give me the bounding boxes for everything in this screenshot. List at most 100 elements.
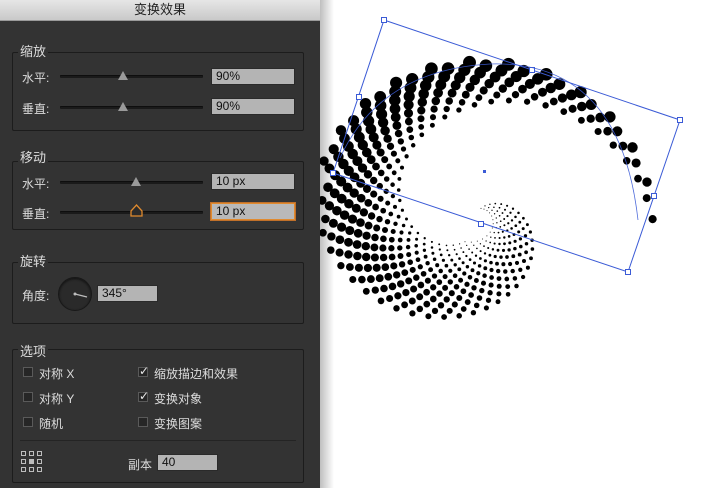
scale-horizontal-slider-knob[interactable] xyxy=(118,71,128,80)
halftone-dot xyxy=(503,208,507,211)
halftone-dot xyxy=(482,273,487,278)
transform-patterns-checkbox[interactable] xyxy=(138,417,148,427)
angle-field[interactable]: 345° xyxy=(97,285,158,302)
halftone-dot xyxy=(393,221,398,227)
halftone-dot xyxy=(358,275,366,284)
halftone-dot xyxy=(435,263,440,268)
halftone-dot xyxy=(396,214,401,219)
reference-point-grid-icon[interactable] xyxy=(21,451,42,472)
scale-vertical-field[interactable]: 90% xyxy=(211,98,295,115)
scale-vertical-label: 垂直: xyxy=(22,102,50,116)
reflect-y-checkbox[interactable] xyxy=(23,392,33,402)
halftone-dot xyxy=(422,248,427,252)
halftone-dot xyxy=(327,232,336,241)
halftone-dot xyxy=(603,126,612,136)
halftone-dot xyxy=(337,222,347,232)
move-group-title: 移动 xyxy=(18,147,49,166)
artboard-canvas[interactable] xyxy=(320,0,710,488)
halftone-dot xyxy=(442,114,448,120)
halftone-dot xyxy=(464,299,471,306)
halftone-dot xyxy=(446,307,453,314)
halftone-dot xyxy=(388,211,394,217)
halftone-dot xyxy=(380,284,388,293)
move-horizontal-slider-knob[interactable] xyxy=(131,177,141,186)
scale-horizontal-slider[interactable] xyxy=(60,75,203,78)
halftone-dot xyxy=(510,227,513,230)
halftone-dot xyxy=(479,86,488,95)
halftone-dot xyxy=(455,253,458,256)
transform-objects-checkbox[interactable]: ✓ xyxy=(138,390,149,402)
halftone-dot xyxy=(442,274,448,280)
scale-vertical-slider-knob[interactable] xyxy=(118,102,128,111)
halftone-dot xyxy=(429,122,435,128)
halftone-dot xyxy=(388,236,395,243)
halftone-dot xyxy=(393,305,400,312)
halftone-dot xyxy=(401,223,406,228)
halftone-dot xyxy=(422,242,426,246)
halftone-dot xyxy=(495,217,497,219)
halftone-dot xyxy=(419,132,425,138)
halftone-dot xyxy=(464,241,466,243)
halftone-dot xyxy=(424,277,431,284)
halftone-dot xyxy=(380,207,387,214)
halftone-dot xyxy=(410,225,414,228)
halftone-dot xyxy=(448,290,455,297)
halftone-dot xyxy=(512,276,518,281)
halftone-dot xyxy=(493,254,497,259)
halftone-dot xyxy=(492,219,494,221)
halftone-dot xyxy=(430,246,434,249)
halftone-dot xyxy=(470,241,472,243)
halftone-dot xyxy=(458,243,461,245)
angle-dial-icon[interactable] xyxy=(58,277,92,311)
halftone-dot xyxy=(431,273,438,279)
halftone-dot xyxy=(487,246,490,250)
move-horizontal-label: 水平: xyxy=(22,177,50,191)
halftone-dot xyxy=(470,310,477,316)
halftone-dot xyxy=(473,244,475,246)
halftone-dot xyxy=(484,78,494,89)
scale-strokes-label: 缩放描边和效果 xyxy=(154,367,239,381)
halftone-dot xyxy=(483,208,485,210)
move-horizontal-field[interactable]: 10 px xyxy=(211,173,295,190)
halftone-dot xyxy=(447,253,451,257)
transform-objects-label: 变换对象 xyxy=(154,392,203,406)
reflect-x-checkbox[interactable] xyxy=(23,367,33,377)
scale-horizontal-field[interactable]: 90% xyxy=(211,68,295,85)
halftone-dot xyxy=(480,280,487,286)
halftone-dot xyxy=(451,301,458,308)
halftone-dot xyxy=(353,228,363,238)
copies-field[interactable]: 40 xyxy=(157,454,218,471)
halftone-dot xyxy=(490,236,492,238)
random-checkbox[interactable] xyxy=(23,417,33,427)
halftone-dot xyxy=(496,276,502,281)
scale-strokes-checkbox[interactable]: ✓ xyxy=(138,365,149,377)
halftone-dot xyxy=(345,263,354,271)
halftone-dot xyxy=(506,215,509,218)
halftone-dot xyxy=(423,237,426,240)
move-vertical-field[interactable]: 10 px xyxy=(211,203,295,220)
halftone-dot xyxy=(458,99,466,106)
halftone-dot xyxy=(500,203,503,206)
halftone-dot xyxy=(473,302,480,309)
halftone-dot xyxy=(495,261,499,266)
halftone-dot xyxy=(390,228,396,235)
halftone-dot xyxy=(370,190,378,198)
halftone-dot xyxy=(445,244,448,247)
halftone-dot xyxy=(335,248,344,257)
halftone-dot xyxy=(384,219,391,225)
halftone-dot xyxy=(473,278,479,283)
halftone-dot xyxy=(349,275,357,284)
halftone-dot xyxy=(386,142,395,150)
halftone-dot xyxy=(458,277,464,283)
angle-label: 角度: xyxy=(22,289,50,303)
halftone-dot xyxy=(487,290,493,296)
copies-label: 副本 xyxy=(128,458,153,472)
halftone-dot xyxy=(423,288,430,296)
halftone-dot xyxy=(475,94,483,102)
halftone-dot xyxy=(549,97,558,106)
scale-vertical-slider[interactable] xyxy=(60,106,203,109)
halftone-dot xyxy=(404,117,413,126)
halftone-dot xyxy=(339,210,350,220)
reflect-y-label: 对称 Y xyxy=(39,392,75,406)
move-vertical-slider-knob[interactable] xyxy=(130,204,143,217)
